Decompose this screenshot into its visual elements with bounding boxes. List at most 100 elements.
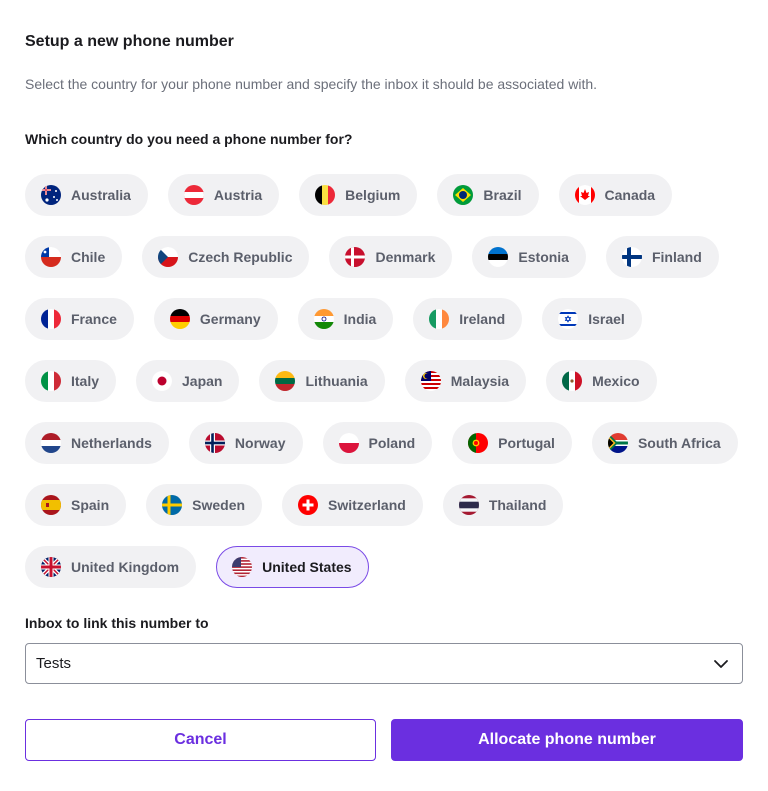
country-option-lithuania[interactable]: Lithuania bbox=[259, 360, 385, 402]
country-option-thailand[interactable]: Thailand bbox=[442, 484, 564, 526]
country-label: Brazil bbox=[483, 187, 522, 203]
country-question: Which country do you need a phone number… bbox=[25, 131, 353, 147]
country-option-france[interactable]: France bbox=[25, 298, 134, 340]
country-option-india[interactable]: India bbox=[297, 298, 394, 340]
jp-flag-icon bbox=[152, 371, 173, 391]
country-label: Mexico bbox=[592, 373, 640, 389]
country-label: Thailand bbox=[488, 497, 547, 513]
lt-flag-icon bbox=[275, 371, 296, 391]
country-option-czech-republic[interactable]: Czech Republic bbox=[142, 236, 310, 278]
dialog-subtitle: Select the country for your phone number… bbox=[25, 76, 598, 92]
country-option-israel[interactable]: Israel bbox=[542, 298, 642, 340]
dk-flag-icon bbox=[345, 247, 366, 267]
my-flag-icon bbox=[420, 371, 441, 391]
country-option-south-africa[interactable]: South Africa bbox=[591, 422, 738, 464]
country-label: Denmark bbox=[375, 249, 436, 265]
country-label: Malaysia bbox=[450, 373, 510, 389]
country-label: Sweden bbox=[192, 497, 246, 513]
inbox-select-value: Tests bbox=[36, 655, 72, 672]
country-option-denmark[interactable]: Denmark bbox=[329, 236, 453, 278]
country-option-belgium[interactable]: Belgium bbox=[299, 174, 418, 216]
country-option-italy[interactable]: Italy bbox=[25, 360, 117, 402]
country-label: Switzerland bbox=[328, 497, 406, 513]
country-label: Poland bbox=[368, 435, 416, 451]
country-option-austria[interactable]: Austria bbox=[167, 174, 280, 216]
country-option-united-kingdom[interactable]: United Kingdom bbox=[25, 546, 197, 588]
country-label: United States bbox=[262, 559, 352, 575]
chevron-down-icon bbox=[714, 660, 728, 668]
country-label: South Africa bbox=[637, 435, 721, 451]
country-option-portugal[interactable]: Portugal bbox=[452, 422, 572, 464]
be-flag-icon bbox=[315, 185, 336, 205]
ie-flag-icon bbox=[429, 309, 450, 329]
country-label: Portugal bbox=[498, 435, 555, 451]
au-flag-icon bbox=[41, 185, 61, 205]
country-label: France bbox=[71, 311, 117, 327]
cancel-button[interactable]: Cancel bbox=[25, 719, 376, 761]
country-label: Austria bbox=[213, 187, 263, 203]
country-label: Ireland bbox=[459, 311, 506, 327]
it-flag-icon bbox=[41, 371, 61, 391]
country-option-ireland[interactable]: Ireland bbox=[413, 298, 523, 340]
cl-flag-icon bbox=[41, 247, 61, 267]
us-flag-icon bbox=[232, 557, 253, 577]
country-label: Italy bbox=[71, 373, 100, 389]
th-flag-icon bbox=[458, 495, 479, 515]
ch-flag-icon bbox=[298, 495, 319, 515]
country-option-poland[interactable]: Poland bbox=[322, 422, 433, 464]
pt-flag-icon bbox=[468, 433, 489, 453]
gb-flag-icon bbox=[41, 557, 61, 577]
no-flag-icon bbox=[204, 433, 225, 453]
country-label: Belgium bbox=[345, 187, 401, 203]
country-option-norway[interactable]: Norway bbox=[188, 422, 303, 464]
country-label: Australia bbox=[71, 187, 131, 203]
fr-flag-icon bbox=[41, 309, 61, 329]
setup-phone-number-dialog: Setup a new phone number Select the coun… bbox=[0, 0, 768, 791]
dialog-title: Setup a new phone number bbox=[25, 33, 234, 50]
country-option-estonia[interactable]: Estonia bbox=[472, 236, 586, 278]
fi-flag-icon bbox=[621, 247, 642, 267]
country-option-chile[interactable]: Chile bbox=[25, 236, 123, 278]
country-label: Germany bbox=[199, 311, 261, 327]
country-label: India bbox=[343, 311, 377, 327]
country-label: Chile bbox=[71, 249, 106, 265]
ca-flag-icon bbox=[574, 185, 595, 205]
nl-flag-icon bbox=[41, 433, 61, 453]
country-label: Finland bbox=[651, 249, 702, 265]
country-option-brazil[interactable]: Brazil bbox=[437, 174, 539, 216]
country-label: United Kingdom bbox=[71, 559, 180, 575]
country-option-canada[interactable]: Canada bbox=[558, 174, 673, 216]
country-option-germany[interactable]: Germany bbox=[153, 298, 278, 340]
country-option-spain[interactable]: Spain bbox=[25, 484, 127, 526]
de-flag-icon bbox=[169, 309, 190, 329]
country-label: Canada bbox=[604, 187, 656, 203]
country-list: Australia Austria Belgium Brazil Canada Chile… bbox=[25, 174, 745, 588]
country-option-sweden[interactable]: Sweden bbox=[146, 484, 263, 526]
br-flag-icon bbox=[453, 185, 474, 205]
pl-flag-icon bbox=[338, 433, 359, 453]
il-flag-icon bbox=[558, 309, 579, 329]
se-flag-icon bbox=[162, 495, 183, 515]
country-option-netherlands[interactable]: Netherlands bbox=[25, 422, 169, 464]
country-label: Japan bbox=[182, 373, 223, 389]
country-option-malaysia[interactable]: Malaysia bbox=[404, 360, 527, 402]
country-label: Czech Republic bbox=[188, 249, 293, 265]
country-label: Israel bbox=[588, 311, 625, 327]
in-flag-icon bbox=[313, 309, 334, 329]
cz-flag-icon bbox=[158, 247, 179, 267]
country-label: Netherlands bbox=[71, 435, 152, 451]
country-option-japan[interactable]: Japan bbox=[136, 360, 240, 402]
ee-flag-icon bbox=[488, 247, 509, 267]
allocate-phone-number-button[interactable]: Allocate phone number bbox=[391, 719, 743, 761]
country-label: Spain bbox=[71, 497, 110, 513]
country-label: Estonia bbox=[518, 249, 569, 265]
mx-flag-icon bbox=[562, 371, 583, 391]
inbox-select[interactable]: Tests bbox=[25, 643, 743, 684]
za-flag-icon bbox=[607, 433, 628, 453]
country-option-finland[interactable]: Finland bbox=[605, 236, 719, 278]
country-option-switzerland[interactable]: Switzerland bbox=[282, 484, 423, 526]
country-label: Norway bbox=[234, 435, 286, 451]
country-option-australia[interactable]: Australia bbox=[25, 174, 148, 216]
country-option-united-states[interactable]: United States bbox=[216, 546, 369, 588]
country-option-mexico[interactable]: Mexico bbox=[546, 360, 657, 402]
